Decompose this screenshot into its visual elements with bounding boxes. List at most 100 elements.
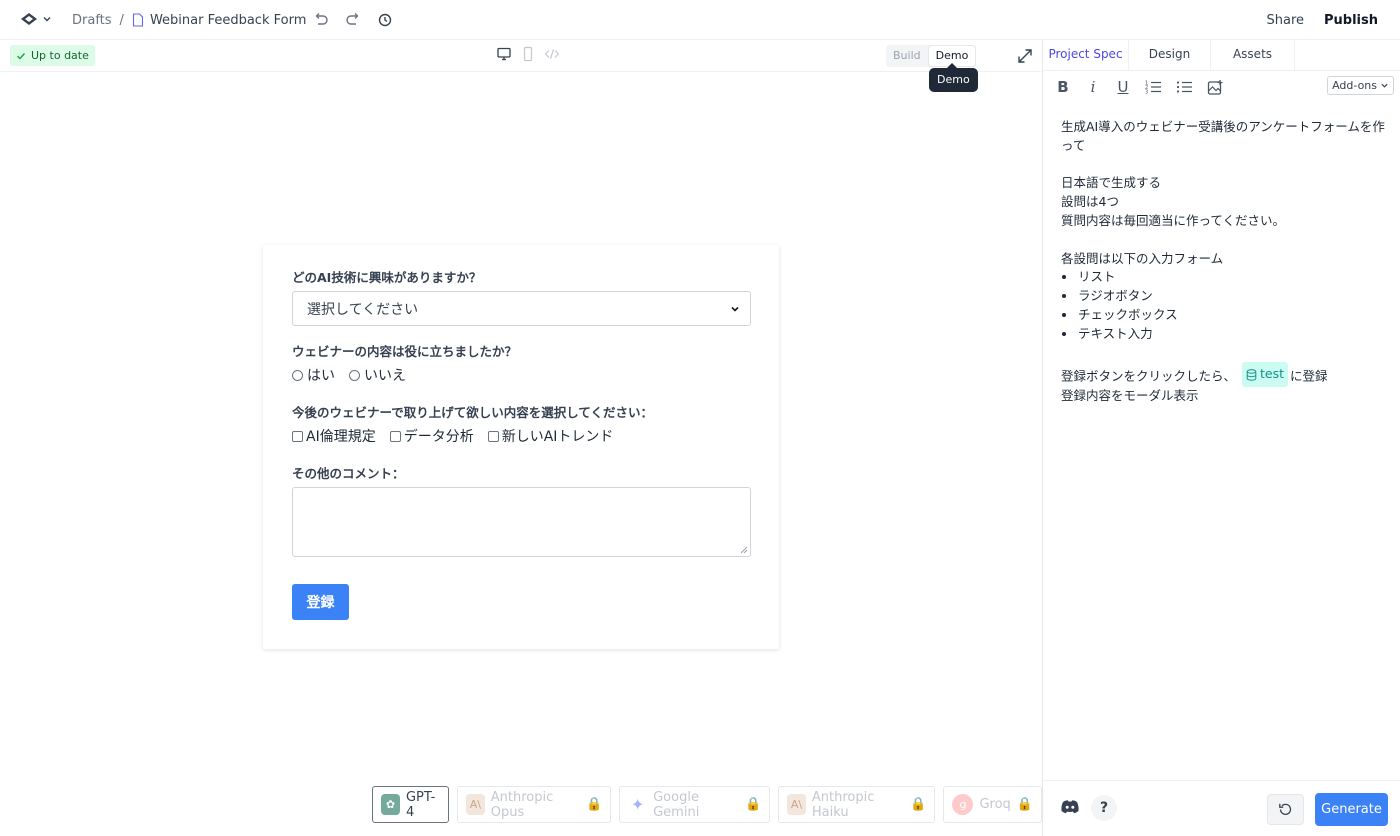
question-1-label: どのAI技術に興味がありますか？	[292, 270, 482, 285]
editor-toolbar: B i U 1 2 3	[1055, 78, 1224, 96]
tab-design[interactable]: Design	[1129, 40, 1211, 71]
chevron-down-icon	[1381, 83, 1388, 88]
share-button[interactable]: Share	[1266, 13, 1304, 28]
spec-text[interactable]: 生成AI導入のウェビナー受講後のアンケートフォームを作って 日本語で生成する 設…	[1061, 118, 1391, 406]
model-anthropic-opus[interactable]: A\ Anthropic Opus 🔒	[457, 786, 612, 823]
spec-line: 日本語で生成する	[1061, 175, 1162, 191]
breadcrumb-drafts[interactable]: Drafts	[72, 13, 112, 28]
tab-project-spec[interactable]: Project Spec	[1043, 40, 1129, 71]
addons-dropdown[interactable]: Add-ons	[1327, 76, 1394, 95]
underline-icon[interactable]: U	[1115, 78, 1131, 96]
spec-bullet-list: リスト ラジオボタン チェックボックス テキスト入力	[1061, 268, 1391, 343]
list-item: テキスト入力	[1061, 325, 1391, 344]
mode-toggle: Build Demo	[886, 45, 977, 67]
mobile-icon[interactable]	[522, 46, 534, 62]
model-groq[interactable]: g Groq 🔒	[943, 786, 1042, 823]
checkbox-box[interactable]	[389, 430, 401, 442]
groq-icon: g	[952, 794, 974, 815]
checkbox-ai-trends[interactable]: 新しいAIトレンド	[487, 426, 614, 446]
model-label: GPT-4	[405, 789, 436, 820]
history-icon[interactable]	[376, 11, 394, 29]
comment-textarea[interactable]	[292, 487, 751, 557]
lock-icon: 🔒	[910, 797, 927, 812]
checkbox-box[interactable]	[292, 430, 303, 442]
canvas-area: Up to date Build Demo Demo どのAI技術に興味がありま…	[0, 40, 1042, 836]
model-gpt4[interactable]: ✿ GPT-4	[372, 786, 450, 823]
status-text: Up to date	[31, 49, 89, 62]
desktop-icon[interactable]	[496, 46, 512, 62]
radio-no-label: いいえ	[364, 368, 406, 384]
checkbox-ai-ethics[interactable]: AI倫理規定	[292, 426, 376, 446]
openai-icon: ✿	[381, 794, 400, 815]
breadcrumb-file[interactable]: Webinar Feedback Form	[132, 13, 306, 28]
radio-circle[interactable]	[292, 369, 303, 381]
question-4-label: その他のコメント：	[292, 466, 405, 481]
checkbox-ai-trends-label: 新しいAIトレンド	[501, 429, 614, 445]
model-google-gemini[interactable]: ✦ Google Gemini 🔒	[619, 786, 771, 823]
publish-button[interactable]: Publish	[1324, 13, 1378, 28]
checkbox-box[interactable]	[487, 430, 499, 442]
file-title: Webinar Feedback Form	[149, 12, 307, 28]
radio-yes-label: はい	[307, 368, 335, 384]
topics-checkbox-group: AI倫理規定 データ分析 新しいAIトレンド	[292, 426, 627, 446]
spec-text-fragment: に登録	[1290, 368, 1328, 384]
model-label: Anthropic Opus	[490, 789, 554, 820]
file-icon	[132, 13, 143, 27]
tab-assets[interactable]: Assets	[1211, 40, 1295, 71]
lock-icon: 🔒	[1016, 797, 1033, 812]
history-controls	[312, 11, 394, 29]
usefulness-radio-group: はい いいえ	[292, 365, 420, 385]
spec-line: 登録内容をモーダル表示	[1061, 388, 1199, 404]
app-logo-menu[interactable]	[20, 11, 52, 27]
spec-line: 登録ボタンをクリックしたら、 test に登録	[1061, 362, 1391, 388]
checkbox-data-analysis[interactable]: データ分析	[389, 426, 474, 446]
radio-yes[interactable]: はい	[292, 365, 335, 385]
expand-icon[interactable]	[1016, 47, 1034, 65]
help-button[interactable]: ?	[1091, 795, 1117, 821]
spec-line: 質問内容は毎回適当に作ってください。	[1061, 212, 1286, 228]
italic-icon[interactable]: i	[1085, 78, 1101, 96]
checkbox-ai-ethics-label: AI倫理規定	[306, 429, 376, 445]
breadcrumb: Drafts / Webinar Feedback Form	[72, 0, 306, 40]
discord-icon[interactable]	[1059, 796, 1081, 818]
ordered-list-icon[interactable]: 1 2 3	[1145, 79, 1162, 95]
anthropic-icon: A\	[787, 794, 806, 815]
breadcrumb-separator: /	[119, 12, 124, 28]
question-3-label: 今後のウェビナーで取り上げて欲しい内容を選択してください：	[292, 405, 654, 420]
model-label: Groq	[979, 797, 1011, 812]
gemini-icon: ✦	[631, 795, 645, 814]
spec-line: 生成AI導入のウェビナー受講後のアンケートフォームを作って	[1061, 119, 1385, 153]
spec-line: 設問は4つ	[1061, 194, 1119, 210]
radio-no[interactable]: いいえ	[349, 365, 406, 385]
code-icon[interactable]	[544, 46, 560, 62]
bold-icon[interactable]: B	[1055, 78, 1071, 96]
chevron-down-icon	[43, 17, 51, 22]
status-badge: Up to date	[10, 45, 95, 66]
demo-tooltip: Demo	[929, 63, 978, 92]
undo-icon[interactable]	[312, 11, 330, 29]
add-image-icon[interactable]	[1207, 79, 1224, 96]
anthropic-icon: A\	[466, 794, 485, 815]
check-icon	[17, 52, 26, 59]
lock-icon: 🔒	[744, 797, 762, 812]
interest-select[interactable]: 選択してください	[292, 291, 751, 326]
model-selector: ✿ GPT-4 A\ Anthropic Opus 🔒 ✦ Google Gem…	[372, 786, 1042, 823]
refresh-icon	[1279, 803, 1292, 815]
redo-icon[interactable]	[344, 11, 362, 29]
panel-tabs: Project Spec Design Assets	[1043, 40, 1400, 71]
reset-button[interactable]	[1267, 794, 1304, 825]
bullet-list-icon[interactable]	[1176, 79, 1193, 95]
spec-panel: Project Spec Design Assets B i U 1 2 3 A…	[1042, 40, 1400, 836]
model-anthropic-haiku[interactable]: A\ Anthropic Haiku 🔒	[778, 786, 936, 823]
database-chip[interactable]: test	[1242, 362, 1289, 388]
mode-build-button[interactable]: Build	[886, 45, 928, 67]
device-switcher	[496, 46, 560, 62]
submit-button[interactable]: 登録	[292, 584, 349, 620]
model-label: Anthropic Haiku	[811, 789, 875, 820]
list-item: リスト	[1061, 268, 1391, 287]
radio-circle[interactable]	[349, 369, 360, 381]
resize-handle-icon[interactable]	[740, 546, 748, 554]
spec-text-fragment: 登録ボタンをクリックしたら、	[1061, 368, 1237, 384]
generate-button[interactable]: Generate	[1315, 793, 1388, 826]
panel-footer: ? Generate	[1043, 780, 1400, 836]
